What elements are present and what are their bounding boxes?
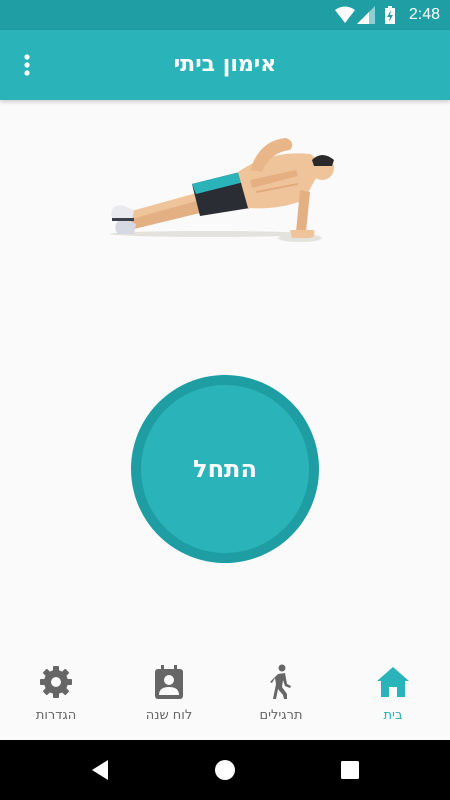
nav-item-settings[interactable]: הגדרות	[1, 652, 111, 740]
side-plank-illustration	[110, 138, 334, 242]
bottom-nav: הגדרות לוח שנה תרגילים בית	[0, 652, 450, 740]
start-button-inner: התחל	[141, 385, 309, 553]
nav-item-exercises[interactable]: תרגילים	[226, 652, 336, 740]
nav-label-exercises: תרגילים	[259, 708, 303, 723]
nav-item-calendar[interactable]: לוח שנה	[114, 652, 224, 740]
nav-label-home: בית	[383, 708, 403, 723]
calendar-person-icon	[155, 665, 183, 699]
start-button-label: התחל	[193, 455, 257, 483]
status-time: 2:48	[408, 6, 440, 23]
app-bar: אימון ביתי	[0, 30, 450, 100]
start-button[interactable]: התחל	[131, 375, 319, 563]
gear-icon	[40, 666, 72, 698]
page-title: אימון ביתי	[173, 52, 277, 77]
home-circle-icon[interactable]	[213, 758, 237, 782]
walk-icon	[270, 664, 291, 699]
home-icon	[377, 667, 409, 697]
system-nav-bar	[0, 740, 450, 800]
wifi-icon	[335, 6, 355, 23]
nav-item-home[interactable]: בית	[338, 652, 448, 740]
back-icon[interactable]	[88, 758, 112, 782]
recents-icon[interactable]	[338, 758, 362, 782]
status-bar: 2:48	[0, 0, 450, 30]
nav-label-settings: הגדרות	[35, 708, 77, 723]
battery-charging-icon	[385, 6, 395, 24]
signal-icon	[357, 6, 375, 24]
nav-label-calendar: לוח שנה	[145, 708, 193, 723]
